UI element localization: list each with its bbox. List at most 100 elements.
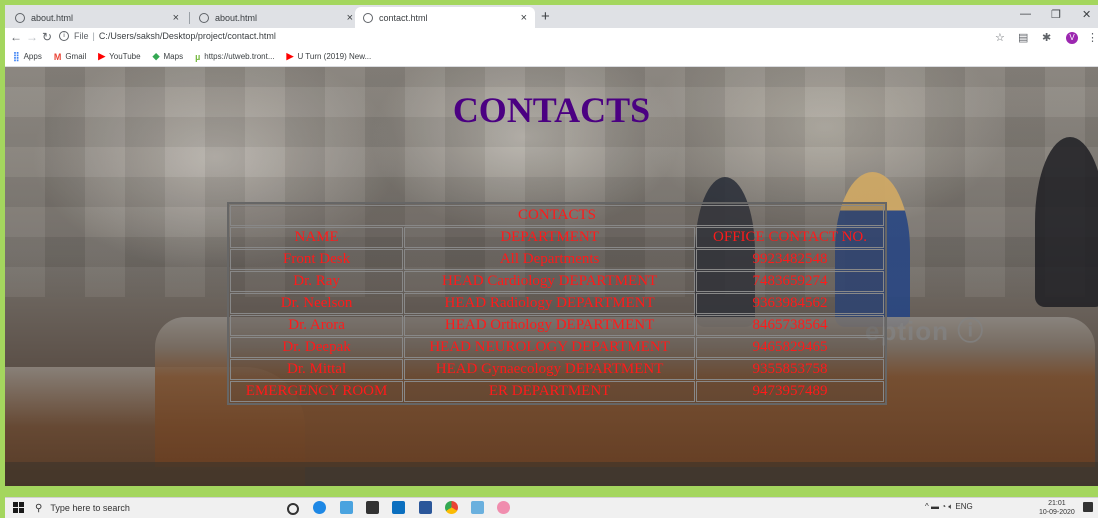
puzzle-icon[interactable]: ✱ — [1042, 31, 1051, 44]
bookmark-label: Apps — [23, 52, 42, 61]
taskbar-search[interactable]: ⚲ Type here to search — [35, 500, 235, 516]
contact-department-cell: HEAD NEUROLOGY DEPARTMENT — [404, 337, 696, 358]
bookmark-gmail[interactable]: M Gmail — [54, 52, 86, 62]
bookmark-label: Maps — [163, 52, 184, 61]
bookmarks-bar: ⣿ Apps M Gmail ▶ YouTube ◆ Maps µ https:… — [5, 47, 1098, 67]
column-header-contact: OFFICE CONTACT NO. — [696, 227, 884, 248]
bookmark-utweb[interactable]: µ https://utweb.tront... — [195, 52, 274, 62]
notification-icon[interactable] — [1083, 502, 1093, 512]
contact-number-cell: 9923482548 — [696, 249, 884, 270]
column-header-department: DEPARTMENT — [404, 227, 696, 248]
youtube-icon: ▶ — [286, 51, 294, 61]
contact-name-cell: EMERGENCY ROOM — [230, 381, 404, 402]
browser-toolbar: ← → ↻ i File | C:/Users/saksh/Desktop/pr… — [5, 28, 1098, 47]
store-icon[interactable] — [366, 501, 379, 514]
contact-department-cell: All Departments — [404, 249, 696, 270]
address-bar[interactable]: i File | C:/Users/saksh/Desktop/project/… — [59, 31, 276, 41]
tab-contact[interactable]: contact.html × — [355, 7, 535, 28]
tab-close-icon[interactable]: × — [521, 12, 527, 24]
tab-about-2[interactable]: about.html × — [191, 7, 361, 28]
contact-number-cell: 8465738564 — [696, 315, 884, 336]
new-tab-button[interactable]: + — [541, 8, 550, 25]
column-header-name: NAME — [230, 227, 404, 248]
bookmark-label: https://utweb.tront... — [204, 52, 275, 61]
contact-number-cell: 9473957489 — [696, 381, 884, 402]
bookmark-label: YouTube — [109, 52, 141, 61]
tab-separator — [189, 12, 190, 24]
tab-close-icon[interactable]: × — [173, 12, 179, 24]
bookmark-youtube[interactable]: ▶ YouTube — [98, 51, 140, 62]
windows-taskbar: ⚲ Type here to search ^ ▬ ◔ 🔈︎ ENG 21:01… — [5, 497, 1098, 518]
page-viewport: eption ⓘ CONTACTS CONTACTS NAME DEPARTME… — [5, 67, 1098, 486]
battery-icon[interactable]: ▬ — [931, 502, 939, 511]
tab-title: contact.html — [379, 12, 428, 23]
window-close-icon[interactable]: ✕ — [1082, 8, 1091, 21]
chrome-icon[interactable] — [445, 501, 458, 514]
extension-icon[interactable]: ▤ — [1018, 31, 1028, 44]
windows-start-icon[interactable] — [13, 502, 25, 514]
language-indicator[interactable]: ENG — [955, 502, 972, 511]
bookmark-uturn[interactable]: ▶ U Turn (2019) New... — [287, 51, 372, 62]
table-caption-row: CONTACTS — [230, 205, 884, 226]
tab-title: about.html — [215, 12, 258, 23]
bookmark-apps[interactable]: ⣿ Apps — [13, 51, 42, 62]
tab-about-1[interactable]: about.html × — [7, 7, 187, 28]
contact-name-cell: Front Desk — [230, 249, 404, 270]
page-title: CONTACTS — [452, 90, 651, 130]
reload-icon[interactable]: ↻ — [42, 30, 52, 44]
cortana-icon[interactable] — [287, 503, 299, 515]
globe-icon — [199, 12, 209, 23]
contact-name-cell: Dr. Mittal — [230, 359, 404, 380]
contact-department-cell: HEAD Radiology DEPARTMENT — [404, 293, 696, 314]
contact-name-cell: Dr. Deepak — [230, 337, 404, 358]
taskbar-clock[interactable]: 21:01 10-09-2020 — [1039, 499, 1075, 517]
info-icon[interactable]: i — [59, 31, 69, 41]
forward-icon[interactable]: → — [26, 30, 38, 44]
menu-icon[interactable]: ⋮ — [1087, 31, 1098, 44]
globe-icon — [363, 12, 373, 23]
contacts-table-body: CONTACTS NAME DEPARTMENT OFFICE CONTACT … — [230, 205, 884, 402]
contact-department-cell: HEAD Orthology DEPARTMENT — [404, 315, 696, 336]
maximize-icon[interactable]: ❐ — [1051, 8, 1061, 21]
address-divider: | — [92, 31, 95, 41]
table-row: Dr. Neelson HEAD Radiology DEPARTMENT 9363… — [230, 293, 884, 314]
contact-department-cell: ER DEPARTMENT — [404, 381, 696, 402]
volume-icon[interactable]: 🔈︎ — [948, 502, 953, 511]
address-scheme: File — [74, 31, 89, 41]
clock-date: 10-09-2020 — [1039, 509, 1075, 516]
table-row: EMERGENCY ROOM ER DEPARTMENT 9473957489 — [230, 381, 884, 402]
table-row: Dr. Ray HEAD Cardiology DEPARTMENT 7483659… — [230, 271, 884, 292]
edge-icon[interactable] — [313, 501, 326, 514]
star-icon[interactable]: ☆ — [995, 31, 1005, 44]
table-row: Dr. Mittal HEAD Gynaecology DEPARTMENT 935… — [230, 359, 884, 380]
back-icon[interactable]: ← — [10, 30, 22, 44]
contact-department-cell: HEAD Cardiology DEPARTMENT — [404, 271, 696, 292]
clock-time: 21:01 — [1048, 500, 1066, 507]
chevron-up-icon[interactable]: ^ — [925, 502, 929, 511]
table-row: Front Desk All Departments 9923482548 — [230, 249, 884, 270]
utorrent-icon: µ — [195, 51, 201, 62]
tab-close-icon[interactable]: × — [347, 12, 353, 24]
contact-number-cell: 9363984562 — [696, 293, 884, 314]
profile-avatar[interactable]: V — [1066, 32, 1078, 44]
contact-name-cell: Dr. Arora — [230, 315, 404, 336]
photos-icon[interactable] — [471, 501, 484, 514]
gmail-icon: M — [53, 51, 62, 62]
bookmark-label: U Turn (2019) New... — [297, 52, 372, 61]
background-person — [1035, 137, 1098, 307]
system-tray: ^ ▬ ◔ 🔈︎ ENG — [925, 502, 973, 512]
contact-number-cell: 7483659274 — [696, 271, 884, 292]
bookmark-maps[interactable]: ◆ Maps — [153, 51, 183, 62]
mail-icon[interactable] — [392, 501, 405, 514]
word-icon[interactable] — [419, 501, 432, 514]
table-caption: CONTACTS — [230, 205, 884, 226]
maps-icon: ◆ — [152, 51, 160, 61]
background-floor — [5, 462, 1098, 486]
wifi-icon[interactable]: ◔ — [941, 502, 946, 511]
app-icon[interactable] — [497, 501, 510, 514]
youtube-icon: ▶ — [98, 51, 106, 61]
minimize-icon[interactable]: — — [1020, 8, 1031, 20]
task-view-icon[interactable] — [340, 501, 353, 514]
search-placeholder: Type here to search — [50, 503, 130, 513]
table-header-row: NAME DEPARTMENT OFFICE CONTACT NO. — [230, 227, 884, 248]
